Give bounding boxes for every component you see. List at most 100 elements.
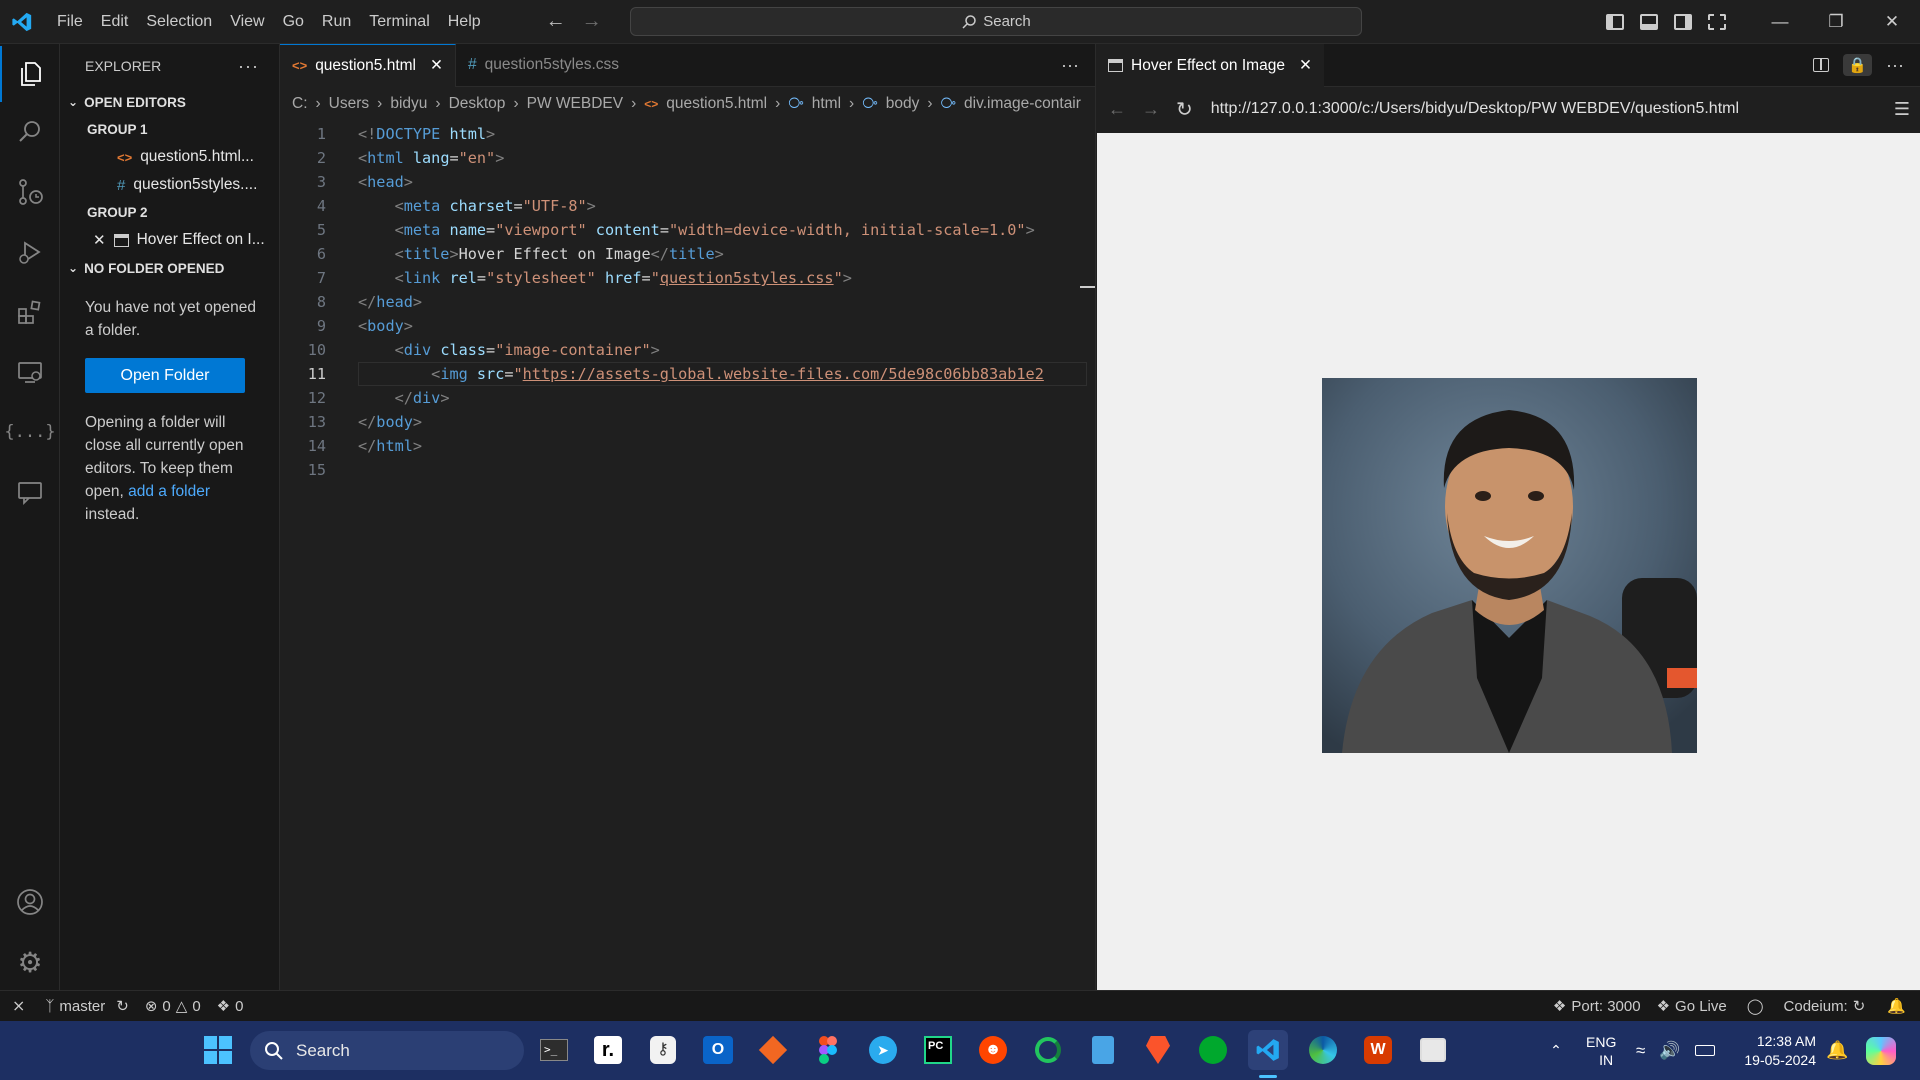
close-editor-icon[interactable]: ✕ <box>93 231 106 249</box>
restore-button[interactable]: ❐ <box>1808 0 1864 44</box>
menu-run[interactable]: Run <box>313 9 360 35</box>
explorer-header: EXPLORER ··· <box>60 44 279 88</box>
browser-menu-icon[interactable]: ☰ <box>1894 99 1910 120</box>
split-editor-icon[interactable] <box>1813 58 1830 72</box>
toggle-panel-icon[interactable] <box>1640 14 1658 30</box>
source-control-icon[interactable] <box>0 164 60 220</box>
outlook-icon[interactable]: O <box>698 1030 738 1070</box>
taskbar-search[interactable]: Search <box>250 1031 524 1070</box>
add-folder-link[interactable]: add a folder <box>128 483 210 500</box>
menu-selection[interactable]: Selection <box>137 9 221 35</box>
run-debug-icon[interactable] <box>0 224 60 280</box>
breadcrumb-item[interactable]: Desktop <box>449 95 506 113</box>
terminal-app-icon[interactable]: >_ <box>534 1030 574 1070</box>
notepad-icon[interactable] <box>1083 1030 1123 1070</box>
menu-edit[interactable]: Edit <box>92 9 138 35</box>
start-button[interactable] <box>198 1030 238 1070</box>
notifications-bell-icon[interactable]: 🔔 <box>1873 997 1920 1015</box>
accounts-icon[interactable] <box>0 874 60 930</box>
symbol-icon: ⧂ <box>940 94 957 112</box>
breadcrumb-item[interactable]: PW WEBDEV <box>527 95 623 113</box>
close-tab-icon[interactable]: ✕ <box>1299 56 1312 75</box>
chevron-up-icon[interactable]: ⌃ <box>1540 1042 1572 1059</box>
breadcrumb-item[interactable]: C: <box>292 95 308 113</box>
search-icon[interactable] <box>0 104 60 160</box>
office-icon[interactable]: W <box>1358 1030 1398 1070</box>
no-folder-header[interactable]: ⌄ NO FOLDER OPENED <box>60 254 279 282</box>
command-center-search[interactable]: Search <box>630 7 1362 36</box>
preview-more-actions-icon[interactable]: ··· <box>1886 55 1904 76</box>
snipping-tool-icon[interactable] <box>1413 1030 1453 1070</box>
close-tab-icon[interactable]: ✕ <box>430 56 443 75</box>
more-actions-icon[interactable]: ··· <box>238 56 259 77</box>
code-editor[interactable]: 1 <!DOCTYPE html> 2 <html lang="en"> 3 <hea… <box>280 122 1095 482</box>
breadcrumb-item[interactable]: html <box>812 95 841 113</box>
open-editors-header[interactable]: ⌄ OPEN EDITORS <box>60 88 279 116</box>
settings-gear-icon[interactable]: ⚙ <box>0 934 60 990</box>
explorer-icon[interactable] <box>0 46 60 102</box>
breadcrumb-item[interactable]: question5.html <box>666 95 767 113</box>
figma-icon[interactable] <box>808 1030 848 1070</box>
menu-view[interactable]: View <box>221 9 273 35</box>
app-r-icon[interactable]: r. <box>588 1030 628 1070</box>
remote-explorer-icon[interactable] <box>0 344 60 400</box>
json-braces-icon[interactable]: {...} <box>0 404 60 460</box>
notification-bell-icon[interactable]: 🔔 <box>1826 1021 1848 1080</box>
minimize-button[interactable]: — <box>1752 0 1808 44</box>
app-orange-icon[interactable] <box>753 1030 793 1070</box>
copilot-taskbar-icon[interactable] <box>1866 1021 1896 1080</box>
customize-layout-icon[interactable] <box>1708 14 1726 30</box>
evernote-icon[interactable] <box>1193 1030 1233 1070</box>
open-folder-button[interactable]: Open Folder <box>85 358 245 393</box>
menu-go[interactable]: Go <box>274 9 313 35</box>
reload-icon[interactable]: ↻ <box>1176 97 1193 122</box>
remote-indicator[interactable]: ⨯ <box>0 996 37 1016</box>
tab-question5styles-css[interactable]: # question5styles.css <box>456 44 631 87</box>
menu-file[interactable]: File <box>48 9 92 35</box>
chevron-down-icon: ⌄ <box>68 95 79 109</box>
url-input[interactable]: http://127.0.0.1:3000/c:/Users/bidyu/Des… <box>1210 94 1861 124</box>
quick-settings[interactable]: ≈ 🔊 <box>1636 1021 1715 1080</box>
live-server-port[interactable]: ❖ Port: 3000 <box>1545 997 1649 1016</box>
sync-icon[interactable]: ↻ <box>116 997 129 1015</box>
pycharm-icon[interactable]: PC <box>918 1030 958 1070</box>
vscode-taskbar-icon[interactable] <box>1248 1030 1288 1070</box>
close-window-button[interactable]: ✕ <box>1864 0 1920 44</box>
breadcrumb-item[interactable]: bidyu <box>390 95 427 113</box>
lock-icon[interactable]: 🔒 <box>1843 54 1873 76</box>
chat-icon[interactable] <box>0 464 60 520</box>
edge-icon[interactable] <box>1303 1030 1343 1070</box>
tab-hover-effect-preview[interactable]: Hover Effect on Image ✕ <box>1096 43 1324 87</box>
problems-indicator[interactable]: ⊗ 0 △ 0 <box>137 997 209 1016</box>
back-arrow-icon[interactable]: ← <box>546 10 566 33</box>
git-branch[interactable]: ᛉ master ↻ <box>37 997 136 1016</box>
app-green-ring-icon[interactable] <box>1028 1030 1068 1070</box>
menu-help[interactable]: Help <box>439 9 490 35</box>
breadcrumb-item[interactable]: div.image-contair <box>964 95 1081 113</box>
brave-icon[interactable] <box>1138 1030 1178 1070</box>
open-editor-item[interactable]: <> question5.html... <box>60 143 279 171</box>
copilot-icon[interactable]: ◯ <box>1735 997 1776 1015</box>
breadcrumb-item[interactable]: Users <box>329 95 369 113</box>
forward-arrow-icon[interactable]: → <box>582 10 602 33</box>
search-icon <box>265 1041 283 1060</box>
reddit-icon[interactable]: ☻ <box>973 1030 1013 1070</box>
toggle-secondary-sidebar-icon[interactable] <box>1674 14 1692 30</box>
clock[interactable]: 12:38 AM 19-05-2024 <box>1734 1021 1816 1080</box>
go-live-button[interactable]: ❖ Go Live <box>1649 997 1735 1016</box>
password-manager-icon[interactable]: ⚷ <box>643 1030 683 1070</box>
browser-back-icon[interactable]: ← <box>1108 99 1126 120</box>
open-editor-item[interactable]: # question5styles.... <box>60 171 279 199</box>
ports-indicator[interactable]: ❖ 0 <box>209 997 252 1016</box>
codeium-status[interactable]: Codeium: ↻ <box>1776 997 1874 1016</box>
telegram-icon[interactable]: ➤ <box>863 1030 903 1070</box>
toggle-primary-sidebar-icon[interactable] <box>1606 14 1624 30</box>
tab-question5-html[interactable]: <> question5.html ✕ <box>280 43 456 87</box>
language-indicator[interactable]: ENG IN <box>1586 1021 1616 1080</box>
editor-more-actions-icon[interactable]: ··· <box>1061 55 1079 76</box>
extensions-icon[interactable] <box>0 284 60 340</box>
browser-forward-icon[interactable]: → <box>1142 99 1160 120</box>
open-editor-item[interactable]: ✕ Hover Effect on I... <box>60 226 279 254</box>
breadcrumb-item[interactable]: body <box>886 95 920 113</box>
menu-terminal[interactable]: Terminal <box>360 9 438 35</box>
